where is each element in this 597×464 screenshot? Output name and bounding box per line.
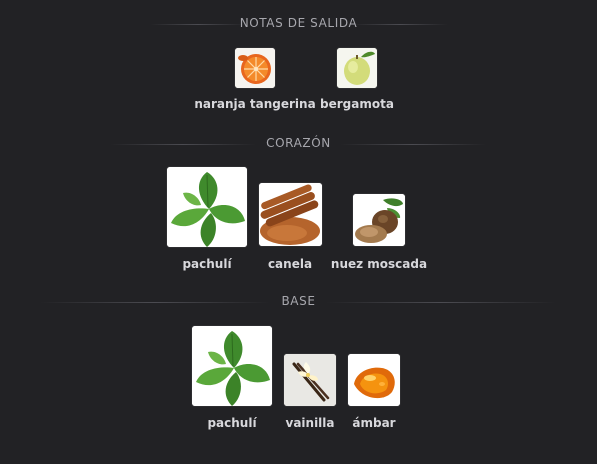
section-heading-top-notes: NOTAS DE SALIDA (0, 15, 597, 35)
vanilla-icon[interactable] (284, 354, 336, 406)
section-title: BASE (281, 294, 316, 308)
orange-icon[interactable] (235, 48, 275, 88)
nutmeg-icon[interactable] (353, 194, 405, 246)
note-label: pachulí (207, 416, 257, 430)
note-label: vainilla (285, 416, 335, 430)
amber-icon[interactable] (348, 354, 400, 406)
cinnamon-icon[interactable] (259, 183, 322, 246)
section-title: CORAZÓN (266, 136, 331, 150)
note-label: bergamota (320, 97, 394, 111)
section-heading-heart-notes: CORAZÓN (0, 135, 597, 155)
bergamot-icon[interactable] (337, 48, 377, 88)
note-label: naranja tangerina (194, 97, 316, 111)
section-heading-base-notes: BASE (0, 293, 597, 313)
patchouli-icon[interactable] (192, 326, 272, 406)
note-label: pachulí (182, 257, 232, 271)
note-label: nuez moscada (330, 257, 428, 271)
note-label: ámbar (352, 416, 396, 430)
note-label: canela (267, 257, 313, 271)
section-title: NOTAS DE SALIDA (239, 16, 358, 30)
patchouli-icon[interactable] (167, 167, 247, 247)
